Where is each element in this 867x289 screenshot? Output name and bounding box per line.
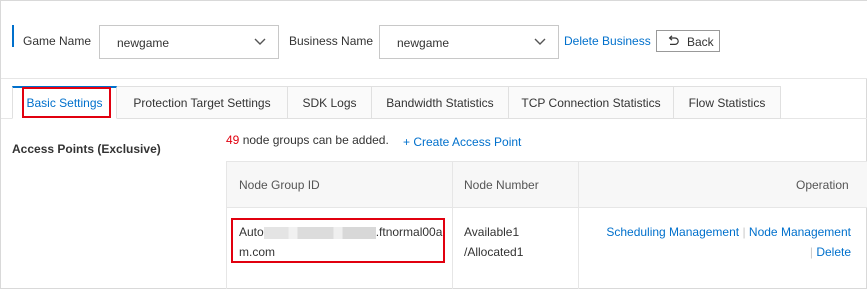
tab-label: Bandwidth Statistics: [386, 95, 494, 110]
delete-link[interactable]: Delete: [816, 245, 851, 259]
section-title: Access Points (Exclusive): [12, 142, 161, 156]
node-groups-info: 49 node groups can be added.: [226, 133, 389, 147]
node-number-cell: Available1 /Allocated1: [464, 222, 523, 262]
tab-protection-target-settings[interactable]: Protection Target Settings: [117, 86, 288, 119]
business-name-select[interactable]: newgame: [379, 25, 559, 59]
tab-label: TCP Connection Statistics: [521, 95, 661, 110]
access-points-table: Node Group ID Node Number Operation Auto…: [226, 161, 867, 289]
allocated-count: /Allocated1: [464, 245, 524, 259]
scheduling-management-link[interactable]: Scheduling Management: [606, 225, 739, 239]
node-group-count-text: node groups can be added.: [239, 133, 389, 147]
operation-separator: |: [742, 225, 746, 239]
game-name-select[interactable]: newgame: [99, 25, 279, 59]
tab-flow-statistics[interactable]: Flow Statistics: [674, 86, 781, 119]
node-group-id-prefix: Auto: [239, 225, 264, 239]
node-group-count: 49: [226, 133, 240, 147]
chevron-down-icon: [534, 38, 546, 45]
business-name-label: Business Name: [289, 34, 374, 48]
create-access-point-link[interactable]: + Create Access Point: [403, 135, 521, 149]
tab-label: Protection Target Settings: [133, 95, 271, 110]
business-name-value: newgame: [397, 36, 450, 50]
back-arrow-icon: [668, 35, 679, 45]
delete-business-link[interactable]: Delete Business: [564, 34, 651, 48]
tab-label: Flow Statistics: [688, 95, 766, 110]
node-group-id-cell: Auto .ftnormal00a m.com: [239, 222, 444, 262]
tab-bandwidth-statistics[interactable]: Bandwidth Statistics: [372, 86, 509, 119]
header-node-number: Node Number: [464, 178, 539, 192]
redacted-block: [263, 226, 376, 239]
table-header: Node Group ID Node Number Operation: [227, 162, 867, 208]
tab-sdk-logs[interactable]: SDK Logs: [288, 86, 372, 119]
game-name-label: Game Name: [23, 34, 92, 48]
column-divider: [578, 162, 579, 289]
node-group-id-suffix: .ftnormal00a: [375, 225, 443, 239]
tab-label: SDK Logs: [302, 95, 357, 110]
available-count: Available1: [464, 225, 520, 239]
header-node-group-id: Node Group ID: [239, 178, 320, 192]
accent-bar: [12, 25, 14, 47]
tab-label: Basic Settings: [26, 96, 103, 110]
operation-separator: |: [809, 245, 813, 259]
header-operation: Operation: [796, 178, 849, 192]
game-name-value: newgame: [117, 36, 170, 50]
node-management-link[interactable]: Node Management: [749, 225, 851, 239]
column-divider: [452, 162, 453, 289]
chevron-down-icon: [254, 38, 266, 45]
app-frame: Game Name newgame Business Name newgame …: [0, 0, 867, 289]
operation-cell: Scheduling Management | Node Management …: [601, 222, 851, 262]
tab-basic-settings[interactable]: Basic Settings: [12, 86, 117, 119]
node-group-id-line2: m.com: [239, 245, 275, 259]
filter-bar: Game Name newgame Business Name newgame …: [1, 1, 867, 79]
back-button[interactable]: Back: [656, 30, 720, 52]
back-button-label: Back: [687, 35, 714, 49]
tab-tcp-connection-statistics[interactable]: TCP Connection Statistics: [509, 86, 674, 119]
tab-bar: Basic Settings Protection Target Setting…: [12, 86, 781, 119]
